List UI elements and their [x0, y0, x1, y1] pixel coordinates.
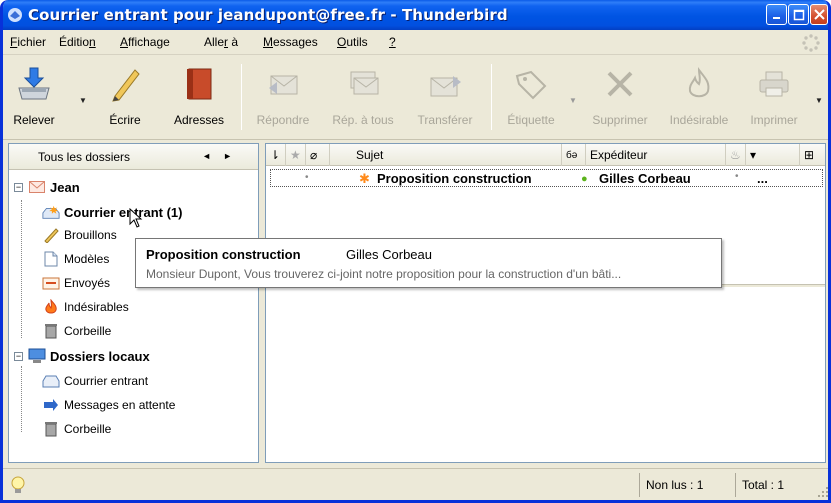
prev-view-icon[interactable]: ◄: [202, 151, 223, 161]
minimize-icon: [772, 16, 780, 19]
printer-icon: [754, 62, 794, 106]
reply-button[interactable]: Répondre: [248, 56, 318, 136]
message-tooltip: Proposition construction Gilles Corbeau …: [135, 238, 722, 288]
close-button[interactable]: [810, 4, 828, 25]
write-button[interactable]: Écrire: [98, 56, 152, 136]
thunderbird-window: Courrier entrant pour jeandupont@free.fr…: [0, 0, 831, 503]
menu-bar: Fichier Édition Affichage Aller à Messag…: [3, 30, 828, 55]
main-toolbar: Relever ▼ Écrire Adresses Répondre Rép. …: [3, 56, 828, 140]
tree-folder-templates[interactable]: Modèles: [42, 248, 109, 270]
read-status-dot-icon: •: [305, 172, 309, 183]
sender-column-header[interactable]: Expéditeur: [586, 144, 726, 166]
reply-all-button[interactable]: Rép. à tous: [323, 56, 403, 136]
tree-folder-sent[interactable]: Envoyés: [42, 272, 110, 294]
delete-button[interactable]: Supprimer: [583, 56, 657, 136]
get-mail-button[interactable]: Relever: [3, 56, 65, 136]
junk-column-icon[interactable]: ♨: [726, 144, 746, 166]
menu-fichier[interactable]: Fichier: [10, 35, 46, 49]
read-column-icon[interactable]: бә: [562, 144, 586, 166]
folder-pane: Tous les dossiers ◄► − Jean Courrier ent…: [8, 143, 259, 463]
address-book-icon: [179, 62, 219, 106]
flame-icon: [679, 62, 719, 106]
tree-folder-drafts[interactable]: Brouillons: [42, 224, 117, 246]
subject-column-header[interactable]: Sujet: [330, 144, 562, 166]
tree-folder-inbox[interactable]: Courrier entrant (1): [42, 201, 182, 223]
reply-icon: [263, 62, 303, 106]
junk-status-dot-icon: •: [735, 171, 739, 182]
new-star-icon: ✱: [359, 171, 370, 186]
column-picker-icon[interactable]: ⊞: [800, 144, 825, 166]
get-mail-icon: [14, 62, 54, 106]
reply-all-icon: [343, 62, 383, 106]
collapse-icon[interactable]: −: [14, 351, 23, 361]
star-column-icon[interactable]: ★: [286, 144, 306, 166]
inbox-icon: [42, 204, 60, 220]
minimize-button[interactable]: [766, 4, 787, 25]
trash-icon: [42, 421, 60, 437]
collapse-icon[interactable]: −: [14, 182, 23, 192]
envelope-icon: [28, 179, 46, 195]
toolbar-separator: [491, 64, 492, 130]
pencil-icon: [105, 62, 145, 106]
menu-affichage[interactable]: Affichage: [120, 35, 170, 49]
toolbar-separator: [241, 64, 242, 130]
forward-button[interactable]: Transférer: [408, 56, 482, 136]
tree-account-jean[interactable]: − Jean: [14, 176, 80, 198]
thread-column-icon[interactable]: ⇂: [266, 144, 286, 166]
tag-button[interactable]: Étiquette: [498, 56, 564, 136]
tag-icon: [511, 62, 551, 106]
menu-outils[interactable]: Outils: [337, 35, 368, 49]
status-bar: Non lus : 1 Total : 1: [3, 468, 829, 500]
message-list-pane: ⇂ ★ ⌀ Sujet бә Expéditeur ♨ ▾ ⊞ • ✱ Prop…: [265, 143, 826, 463]
inbox-icon: [42, 373, 60, 389]
pencil-icon: [42, 227, 60, 243]
sent-icon: [42, 275, 60, 291]
message-date: ...: [757, 171, 768, 186]
unread-count: Non lus : 1: [639, 473, 729, 497]
title-bar[interactable]: Courrier entrant pour jeandupont@free.fr…: [3, 0, 828, 30]
attachment-column-icon[interactable]: ⌀: [306, 144, 330, 166]
tree-folder-outbox[interactable]: Messages en attente: [42, 394, 175, 416]
resize-grip-icon[interactable]: [817, 486, 829, 498]
tag-dropdown-icon[interactable]: ▼: [569, 96, 577, 105]
document-icon: [42, 251, 60, 267]
unread-dot-icon: ●: [581, 173, 588, 185]
computer-icon: [28, 348, 46, 364]
get-mail-dropdown-icon[interactable]: ▼: [79, 96, 87, 105]
forward-icon: [425, 62, 465, 106]
window-title: Courrier entrant pour jeandupont@free.fr…: [28, 6, 508, 24]
junk-button[interactable]: Indésirable: [659, 56, 739, 136]
date-column-sort-icon[interactable]: ▾: [746, 144, 800, 166]
trash-icon: [42, 323, 60, 339]
tree-folder-junk[interactable]: Indésirables: [42, 296, 129, 318]
message-subject: Proposition construction: [377, 171, 532, 186]
menu-aller-a[interactable]: Aller à: [204, 35, 238, 49]
throbber-icon: [802, 34, 820, 52]
address-book-button[interactable]: Adresses: [166, 56, 232, 136]
message-list-header: ⇂ ★ ⌀ Sujet бә Expéditeur ♨ ▾ ⊞: [266, 144, 825, 166]
print-button[interactable]: Imprimer: [741, 56, 807, 136]
message-sender: Gilles Corbeau: [599, 171, 691, 186]
menu-messages[interactable]: Messages: [263, 35, 318, 49]
menu-edition[interactable]: Édition: [59, 35, 96, 49]
menu-help[interactable]: ?: [389, 35, 396, 49]
message-row[interactable]: • ✱ Proposition construction ● Gilles Co…: [270, 169, 823, 187]
print-dropdown-icon[interactable]: ▼: [815, 96, 823, 105]
mouse-pointer-icon: [129, 208, 143, 228]
maximize-button[interactable]: [788, 4, 809, 25]
total-count: Total : 1: [735, 473, 805, 497]
flame-icon: [42, 299, 60, 315]
next-view-icon[interactable]: ►: [223, 151, 244, 161]
folder-pane-header: Tous les dossiers ◄►: [9, 144, 258, 170]
delete-icon: [600, 62, 640, 106]
maximize-icon: [793, 9, 804, 20]
close-icon: [813, 9, 825, 20]
tree-account-local[interactable]: − Dossiers locaux: [14, 345, 150, 367]
lightbulb-icon[interactable]: [9, 475, 27, 495]
outbox-arrow-icon: [42, 397, 60, 413]
thunderbird-icon: [8, 8, 22, 22]
tree-folder-trash[interactable]: Corbeille: [42, 320, 111, 342]
tree-folder-local-inbox[interactable]: Courrier entrant: [42, 370, 148, 392]
tree-folder-local-trash[interactable]: Corbeille: [42, 418, 111, 440]
